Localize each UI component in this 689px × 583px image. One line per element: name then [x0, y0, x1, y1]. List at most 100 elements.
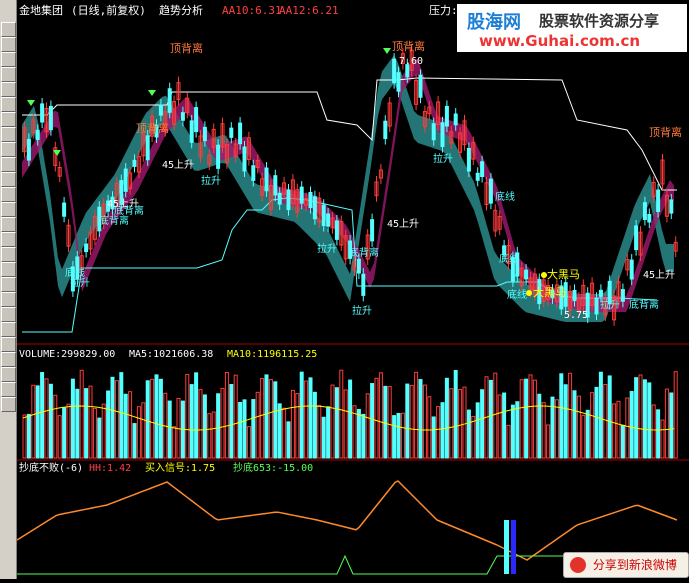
toolbar-tool-button[interactable]	[1, 232, 16, 247]
toolbar-tool-button[interactable]	[1, 307, 16, 322]
chart-area[interactable]: 金地集团 (日线,前复权) 趋势分析 AA10:6.31 AA12:6.21 压…	[16, 0, 689, 579]
volume-bar	[299, 371, 304, 459]
candle-body	[488, 178, 493, 204]
candle-body	[299, 186, 304, 204]
volume-bar	[594, 386, 599, 459]
volume-bar	[392, 415, 397, 459]
volume-bar	[365, 393, 370, 459]
label-pull-up: 拉升	[317, 242, 337, 255]
toolbar-tool-button[interactable]	[1, 352, 16, 367]
toolbar-tool-button[interactable]	[1, 22, 16, 37]
toolbar-tool-button[interactable]	[1, 202, 16, 217]
volume-bar	[629, 390, 634, 459]
toolbar-tool-button[interactable]	[1, 127, 16, 142]
volume-bar	[638, 374, 643, 459]
label-rise45: 45上升	[162, 159, 194, 171]
signal-arrow-marker	[383, 48, 391, 54]
volume-bar	[647, 382, 652, 459]
label-top-divergence: 顶背离	[136, 121, 169, 135]
volume-bar	[607, 375, 612, 459]
volume-bar	[308, 377, 313, 459]
label-top-divergence: 顶背离	[392, 39, 425, 53]
volume-bar	[656, 409, 661, 459]
toolbar-tool-button[interactable]	[1, 52, 16, 67]
volume-bar	[546, 424, 551, 459]
stock-name: 金地集团	[19, 3, 63, 17]
volume-bar	[330, 384, 335, 459]
candle-body	[370, 219, 375, 242]
volume-bar	[493, 372, 498, 459]
candle-body	[251, 165, 256, 181]
volume-bar	[132, 423, 137, 459]
volume-bar	[189, 384, 194, 459]
candle-body	[356, 258, 361, 274]
volume-bar	[396, 412, 401, 459]
toolbar-tool-button[interactable]	[1, 367, 16, 382]
toolbar-tool-button[interactable]	[1, 292, 16, 307]
watermark-slogan: 股票软件资源分享	[539, 12, 660, 30]
volume-bar	[48, 383, 53, 459]
volume-bar	[537, 393, 542, 459]
label-pull-up: 拉升	[433, 152, 453, 165]
toolbar-tool-button[interactable]	[1, 112, 16, 127]
candle-body	[334, 220, 339, 240]
candle-body	[453, 113, 458, 126]
toolbar-tool-button[interactable]	[1, 97, 16, 112]
toolbar-tool-button[interactable]	[1, 337, 16, 352]
candle-body	[286, 189, 291, 211]
candle-body	[321, 204, 326, 226]
volume-bar	[590, 392, 595, 459]
candle-body	[669, 199, 674, 214]
volume-bar	[97, 417, 102, 459]
chart-svg[interactable]: 金地集团 (日线,前复权) 趋势分析 AA10:6.31 AA12:6.21 压…	[16, 0, 689, 579]
volume-bar	[436, 406, 441, 459]
toolbar-tool-button[interactable]	[1, 322, 16, 337]
volume-bar	[123, 393, 128, 459]
candle-body	[634, 225, 639, 251]
volume-bar	[612, 403, 617, 459]
indicator-name: 趋势分析	[159, 3, 203, 17]
toolbar-tool-button[interactable]	[1, 382, 16, 397]
candle-body	[264, 167, 269, 192]
candle-body	[123, 168, 128, 192]
volume-panel	[22, 369, 678, 459]
volume-bar	[141, 402, 146, 459]
toolbar-tool-button[interactable]	[1, 67, 16, 82]
candle-body	[392, 58, 397, 84]
volume-bar	[427, 396, 432, 459]
volume-bar	[334, 387, 339, 459]
volume-bar	[321, 416, 326, 459]
volume-bar	[207, 413, 212, 459]
volume-bar	[339, 369, 344, 459]
volume-bar	[136, 406, 141, 459]
volume-bar	[246, 426, 251, 459]
toolbar-tool-button[interactable]	[1, 172, 16, 187]
volume-bar	[532, 379, 537, 459]
volume-bar	[145, 380, 150, 459]
toolbar-tool-button[interactable]	[1, 217, 16, 232]
signal-arrow-marker	[148, 90, 156, 96]
toolbar-tool-button[interactable]	[1, 82, 16, 97]
volume-bar	[233, 374, 238, 459]
volume-bar	[286, 421, 291, 459]
toolbar-tool-button[interactable]	[1, 37, 16, 52]
volume-bar	[378, 372, 383, 459]
toolbar-tool-button[interactable]	[1, 247, 16, 262]
toolbar-tool-button[interactable]	[1, 187, 16, 202]
toolbar-tool-button[interactable]	[1, 262, 16, 277]
volume-bar	[414, 371, 419, 459]
candle-body	[48, 105, 53, 131]
indicator-hh: HH:1.42	[89, 463, 131, 474]
toolbar-tool-button[interactable]	[1, 277, 16, 292]
toolbar-tool-button[interactable]	[1, 157, 16, 172]
candle-body	[308, 191, 313, 209]
volume-bar	[224, 372, 229, 459]
share-weibo-button[interactable]: 分享到新浪微博	[563, 552, 689, 578]
toolbar-tool-button[interactable]	[1, 397, 16, 412]
candle-body	[440, 122, 445, 148]
toolbar-tool-button[interactable]	[1, 142, 16, 157]
volume-bar	[202, 394, 207, 459]
label-bottom-divergence: 底背离	[99, 214, 129, 227]
volume-bar	[554, 399, 559, 459]
volume-bar	[312, 391, 317, 459]
